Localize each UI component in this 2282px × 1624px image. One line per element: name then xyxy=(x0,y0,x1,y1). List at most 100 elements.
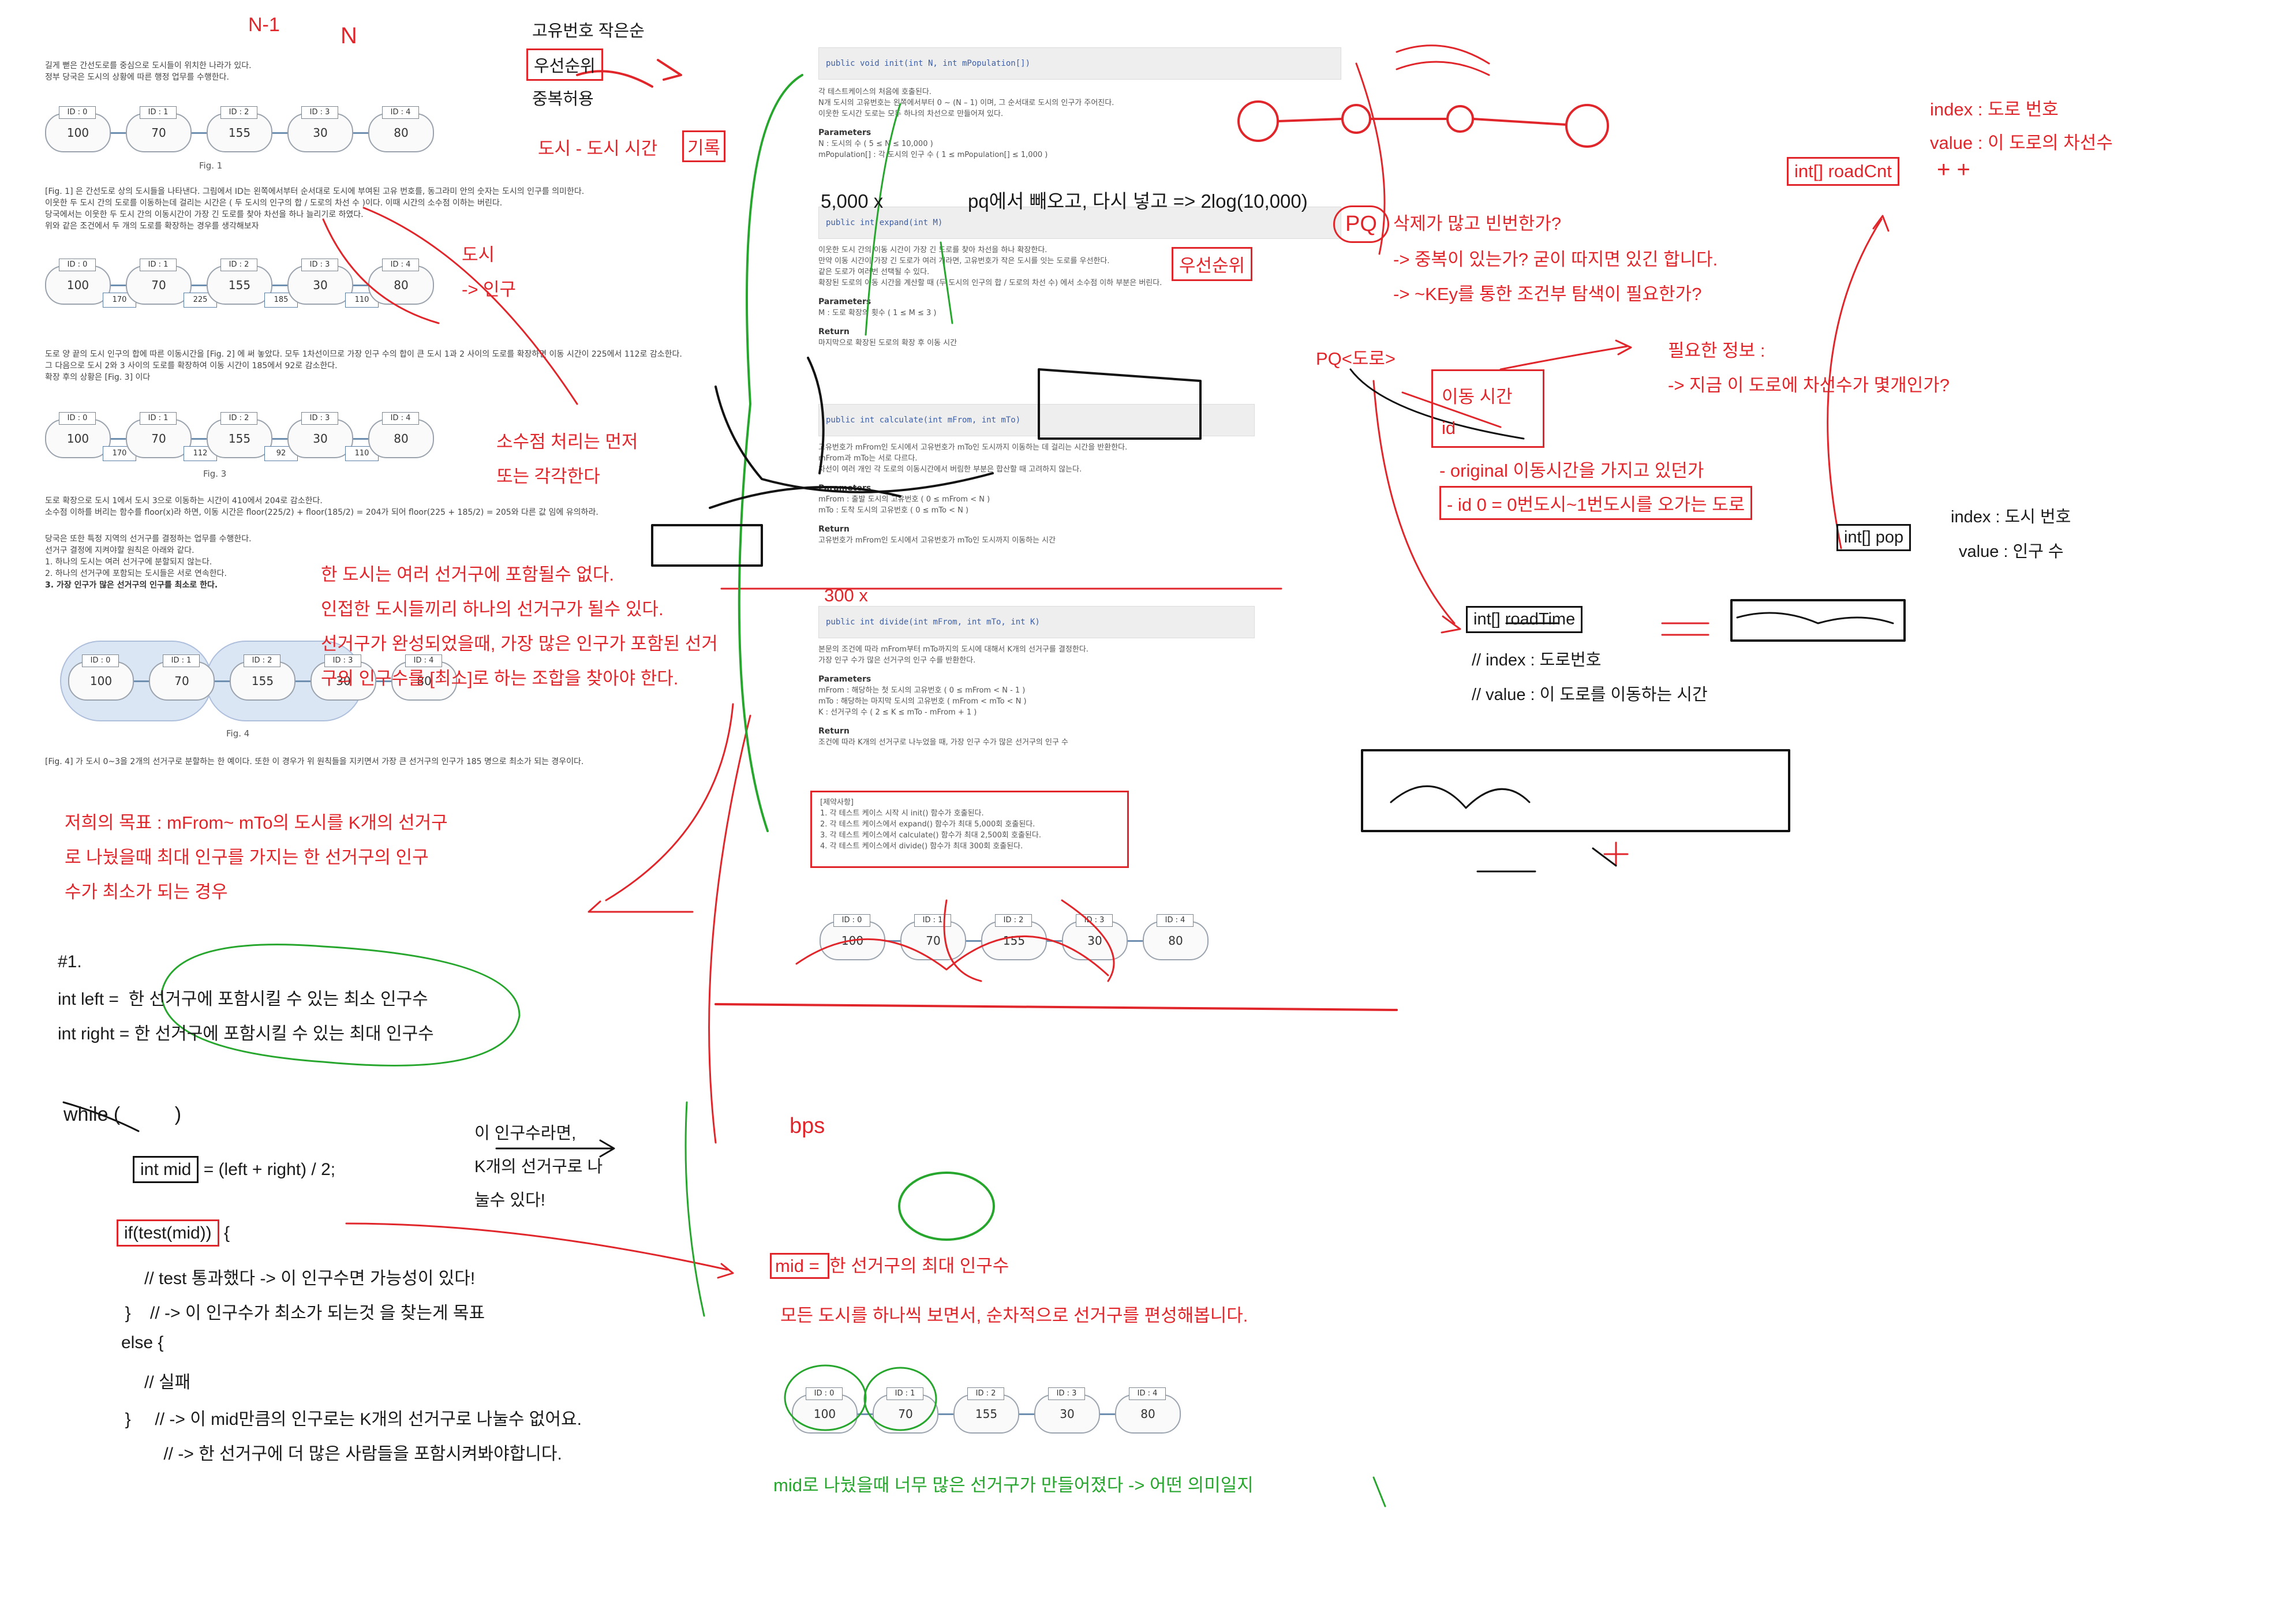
city-population: 155 xyxy=(228,278,251,292)
note-goal-1: 저희의 목표 : mFrom~ mTo의 도시를 K개의 선거구 xyxy=(65,813,448,833)
road xyxy=(938,1413,953,1415)
city-population: 70 xyxy=(174,674,189,688)
road: 225 xyxy=(184,284,217,308)
note-goal-3: 수가 최소가 되는 경우 xyxy=(65,882,228,902)
note-rule-1: 한 도시는 여러 선거구에 포함될수 없다. xyxy=(321,564,614,585)
road xyxy=(1100,1413,1115,1415)
road-time-index: // index : 도로번호 xyxy=(1472,651,1602,669)
bs-if: if(test(mid)) { xyxy=(117,1219,230,1247)
road-cnt-name: int[] roadCnt xyxy=(1787,157,1899,186)
constraint-line: 4. 각 테스트 케이스에서 divide() 함수가 최대 300회 호출된다… xyxy=(820,842,1023,851)
return-line: 조건에 따라 K개의 선거구로 나누었을 때, 가장 인구 수가 많은 선거구의… xyxy=(818,738,1069,747)
bs-fail-2: } // -> 이 mid만큼의 인구로는 K개의 선거구로 나눌수 없어요. xyxy=(115,1410,582,1429)
city-node: ID : 0 100 xyxy=(792,1387,858,1434)
note-goal-2: 로 나눴을때 최대 인구를 가지는 한 선거구의 인구 xyxy=(65,847,429,867)
bs-fail-3: // -> 한 선거구에 더 많은 사람들을 포함시켜봐야합니다. xyxy=(115,1445,562,1464)
bs-fail-1: // 실패 xyxy=(115,1373,191,1392)
city-node: ID : 2 155 xyxy=(207,259,272,305)
city-id-label: ID : 2 xyxy=(244,654,280,667)
city-node: ID : 4 80 xyxy=(1115,1387,1181,1434)
road: 170 xyxy=(103,284,136,308)
road xyxy=(295,680,310,682)
bs-else: else { xyxy=(121,1333,164,1352)
city-node: ID : 4 80 xyxy=(368,106,434,152)
desc-line: 본문의 조건에 따라 mFrom부터 mTo까지의 도시에 대해서 K개의 선거… xyxy=(818,645,1088,654)
city-id-label: ID : 0 xyxy=(82,654,119,667)
city-id-label: ID : 3 xyxy=(301,259,338,271)
pq-note: PQ xyxy=(1333,205,1389,243)
need-note-2: -> 지금 이 도로에 차선수가 몇개인가? xyxy=(1668,375,1950,395)
city-node: ID : 1 70 xyxy=(900,914,966,960)
bs-right: int right = 한 선거구에 포함시킬 수 있는 최대 인구수 xyxy=(58,1024,434,1043)
note-decimal-2: 또는 각각한다 xyxy=(496,466,600,487)
road xyxy=(215,680,230,682)
constraint-line: 2. 각 테스트 케이스에서 expand() 함수가 최대 5,000회 호출… xyxy=(820,820,1035,829)
desc-line: N개 도시의 고유번호는 왼쪽에서부터 0 ~ (N – 1) 이며, 그 순서… xyxy=(818,99,1114,107)
param-line: mFrom : 출발 도시의 고유번호 ( 0 ≤ mFrom < N ) xyxy=(818,495,990,504)
paragraph-line: 당국에서는 이웃한 두 도시 간의 이동시간이 가장 긴 도로를 찾아 차선을 … xyxy=(45,210,364,219)
paragraph-3: 도로 양 끝의 도시 인구의 합에 따른 이동시간을 [Fig. 2] 에 써 … xyxy=(45,349,790,383)
road xyxy=(272,132,287,134)
road: 92 xyxy=(264,437,298,461)
road xyxy=(1128,940,1143,942)
city-id-label: ID : 0 xyxy=(806,1387,843,1400)
constraint-line: 1. 각 테스트 케이스 시작 시 init() 함수가 호출된다. xyxy=(820,809,984,818)
bs-left: int left = 한 선거구에 포함시킬 수 있는 최소 인구수 xyxy=(58,990,428,1009)
city-node: ID : 2 155 xyxy=(207,412,272,458)
city-node: ID : 2 155 xyxy=(207,106,272,152)
city-id-label: ID : 2 xyxy=(220,259,257,271)
constraints-heading: [제약사항] xyxy=(820,798,854,807)
road xyxy=(1019,1413,1034,1415)
city-population: 70 xyxy=(151,432,166,446)
note-priority-2: 우선순위 xyxy=(526,48,603,81)
city-node: ID : 0 100 xyxy=(68,654,134,701)
city-population: 30 xyxy=(1060,1407,1075,1421)
fig3-city-row: ID : 0 100 170 ID : 1 70 112 ID : 2 155 92 … xyxy=(45,412,434,461)
city-population: 155 xyxy=(251,674,274,688)
road: 112 xyxy=(184,437,217,461)
bs-mid: int mid = (left + right) / 2; xyxy=(133,1156,336,1183)
city-node: ID : 0 100 xyxy=(820,914,885,960)
desc-line: 이웃한 도시간 도로는 모두 하나의 차선으로 만들어져 있다. xyxy=(818,110,1004,118)
city-node: ID : 4 80 xyxy=(368,259,434,305)
road xyxy=(134,680,149,682)
city-population: 155 xyxy=(975,1407,998,1421)
road xyxy=(858,1413,873,1415)
pq-road-note: PQ<도로> xyxy=(1316,349,1396,369)
city-node: ID : 4 80 xyxy=(368,412,434,458)
road xyxy=(353,132,368,134)
return-heading: Return xyxy=(818,525,850,534)
desc-line: 가장 인구 수가 많은 선거구의 인구 수를 반환한다. xyxy=(818,656,976,665)
desc-line: 고유번호가 mFrom인 도시에서 고유번호가 mTo인 도시까지 이동하는 데… xyxy=(818,443,1128,452)
city-id-label: ID : 1 xyxy=(140,259,177,271)
city-node: ID : 2 155 xyxy=(230,654,295,701)
id-note: id xyxy=(1442,418,1456,438)
pop-value: value : 인구 수 xyxy=(1959,542,2064,561)
city-population: 30 xyxy=(313,278,328,292)
city-id-label: ID : 3 xyxy=(301,106,338,119)
mid-expr: = (left + right) / 2; xyxy=(199,1160,336,1179)
bs-while: while ( ) xyxy=(63,1103,182,1125)
paragraph-line: 도로 양 끝의 도시 인구의 합에 따른 이동시간을 [Fig. 2] 에 써 … xyxy=(45,350,682,359)
del-note-3: -> ~KEy를 통한 조건부 탐색이 필요한가? xyxy=(1393,284,1702,304)
city-id-label: ID : 3 xyxy=(301,412,338,425)
constraints-box: [제약사항] 1. 각 테스트 케이스 시작 시 init() 함수가 호출된다… xyxy=(810,791,1129,868)
id0-note: - id 0 = 0번도시~1번도시를 오가는 도로 xyxy=(1439,486,1753,520)
city-population: 100 xyxy=(66,278,89,292)
city-id-label: ID : 4 xyxy=(382,259,419,271)
note-rule-4: 구의 인구수를 [최소]로 하는 조합을 찾아야 한다. xyxy=(321,668,679,688)
return-heading: Return xyxy=(818,727,850,736)
paragraph-4: 도로 확장으로 도시 1에서 도시 3으로 이동하는 시간이 410에서 204… xyxy=(45,495,726,518)
city-node: ID : 3 30 xyxy=(1062,914,1128,960)
city-id-label: ID : 2 xyxy=(220,106,257,119)
city-id-label: ID : 3 xyxy=(1048,1387,1085,1400)
city-population: 100 xyxy=(66,126,89,140)
need-note-1: 필요한 정보 : xyxy=(1668,340,1765,361)
mid-note-1: 이 인구수라면, xyxy=(474,1124,577,1143)
if-brace: { xyxy=(219,1223,230,1243)
fig4-caption: Fig. 4 xyxy=(226,728,250,739)
params-heading: Parameters xyxy=(818,128,871,137)
return-line: 마지막으로 확장된 도로의 확장 후 이동 시간 xyxy=(818,339,957,347)
mid-fig-city-row: ID : 0 100 ID : 1 70 ID : 2 155 ID : 3 30 ID… xyxy=(820,914,1209,960)
divide-description: 본문의 조건에 따라 mFrom부터 mTo까지의 도시에 대해서 K개의 선거… xyxy=(818,644,1326,748)
